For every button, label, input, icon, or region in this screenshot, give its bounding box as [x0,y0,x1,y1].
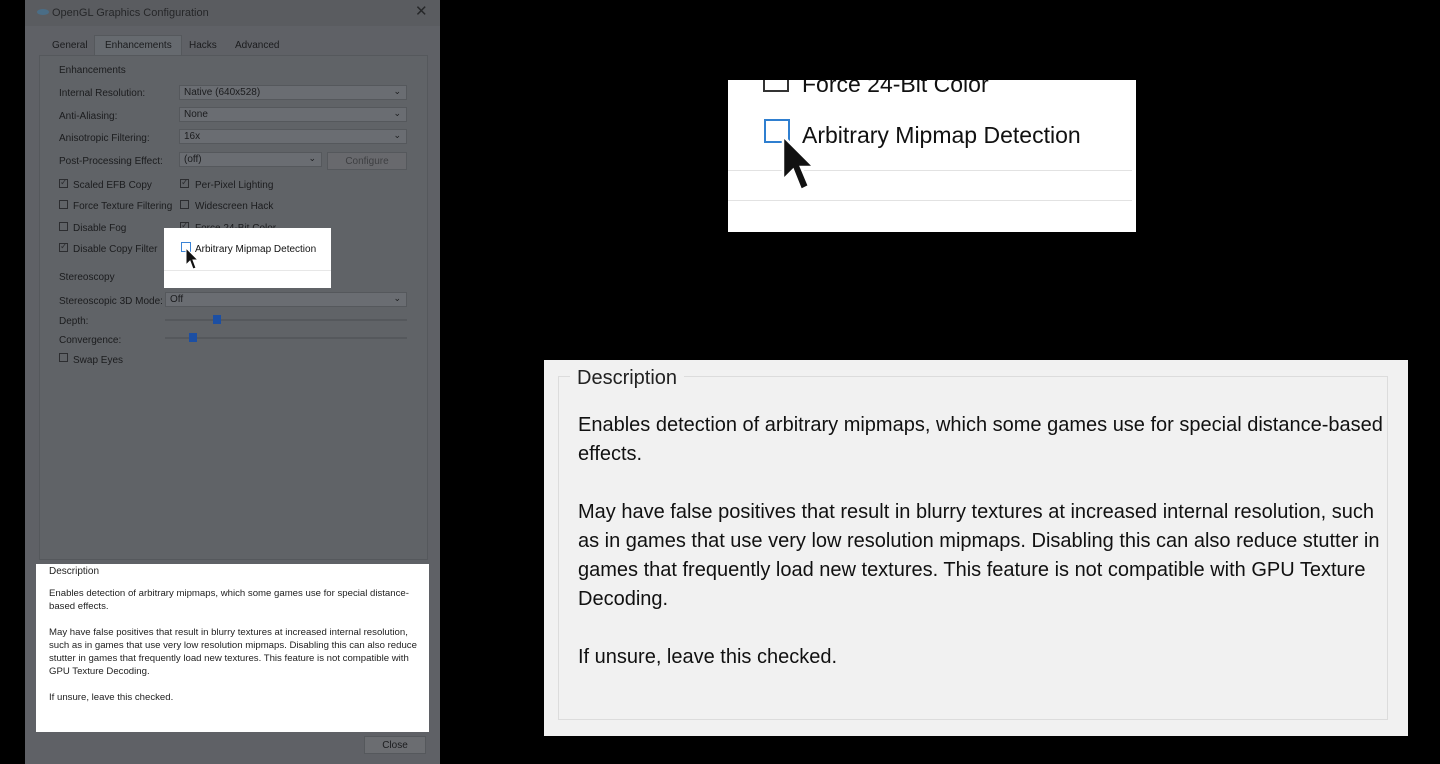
disable-copy-filter-checkbox[interactable] [59,241,68,252]
convergence-label: Convergence: [59,335,122,346]
stereoscopic-mode-value: Off [170,294,184,305]
chevron-down-icon: ⌄ [308,153,316,163]
anti-aliasing-value: None [184,109,208,120]
chevron-down-icon: ⌄ [393,293,401,303]
chevron-down-icon: ⌄ [393,86,401,96]
scaled-efb-label: Scaled EFB Copy [73,180,152,191]
per-pixel-lighting-checkbox[interactable] [180,177,189,188]
close-icon[interactable]: ✕ [415,4,428,20]
anti-aliasing-select[interactable]: None ⌄ [179,107,407,122]
mouse-cursor-icon [185,247,199,270]
window-title: OpenGL Graphics Configuration [52,7,209,19]
depth-label: Depth: [59,316,89,327]
anisotropic-filtering-label: Anisotropic Filtering: [59,133,150,144]
tab-advanced[interactable]: Advanced [235,40,279,51]
description-paragraph-zoom: Enables detection of arbitrary mipmaps, … [578,414,1383,465]
description-paragraph: Enables detection of arbitrary mipmaps, … [49,588,409,612]
post-processing-select[interactable]: (off) ⌄ [179,152,322,167]
arbitrary-mipmap-label: Arbitrary Mipmap Detection [195,244,317,255]
app-icon [37,9,49,15]
post-processing-label: Post-Processing Effect: [59,156,163,167]
zoom-checkbox-callout: Force 24-Bit Color Arbitrary Mipmap Dete… [728,80,1136,232]
anisotropic-filtering-select[interactable]: 16x ⌄ [179,129,407,144]
configure-button[interactable]: Configure [327,152,407,170]
chevron-down-icon: ⌄ [393,108,401,118]
widescreen-hack-label: Widescreen Hack [195,201,274,212]
stereoscopic-mode-select[interactable]: Off ⌄ [165,292,407,307]
swap-eyes-label: Swap Eyes [73,355,124,366]
swap-eyes-checkbox[interactable] [59,353,68,362]
disable-copy-filter-label: Disable Copy Filter [73,244,158,255]
title-bar: OpenGL Graphics Configuration ✕ [25,0,440,26]
description-box: Description Enables detection of arbitra… [36,564,429,732]
description-body-zoom: Enables detection of arbitrary mipmaps, … [578,411,1388,701]
divider [728,200,1132,201]
scaled-efb-checkbox[interactable] [59,177,68,188]
force-texture-filtering-checkbox[interactable] [59,200,68,209]
convergence-slider-thumb[interactable] [189,333,198,342]
mouse-cursor-icon [781,134,818,192]
description-paragraph: May have false positives that result in … [49,627,417,677]
per-pixel-lighting-label: Per-Pixel Lighting [195,180,274,191]
internal-resolution-select[interactable]: Native (640x528) ⌄ [179,85,407,100]
anti-aliasing-label: Anti-Aliasing: [59,111,118,122]
description-body: Enables detection of arbitrary mipmaps, … [49,587,421,717]
tab-hacks[interactable]: Hacks [189,40,217,51]
description-paragraph-zoom: May have false positives that result in … [578,501,1380,610]
tab-general[interactable]: General [52,40,88,51]
post-processing-value: (off) [184,154,202,165]
depth-slider[interactable] [165,319,407,321]
anisotropic-filtering-value: 16x [184,131,201,142]
chevron-down-icon: ⌄ [393,130,401,140]
internal-resolution-label: Internal Resolution: [59,88,146,99]
widescreen-hack-checkbox[interactable] [180,200,189,209]
enhancements-section-label: Enhancements [59,65,126,76]
description-paragraph: If unsure, leave this checked. [49,692,174,703]
zoom-description-callout: Description Enables detection of arbitra… [544,360,1408,736]
force-24bit-color-checkbox-zoom [763,80,789,92]
close-button[interactable]: Close [364,736,426,754]
disable-fog-checkbox[interactable] [59,222,68,231]
description-legend-zoom: Description [570,367,685,390]
disable-fog-label: Disable Fog [73,223,127,234]
graphics-config-dialog: OpenGL Graphics Configuration ✕ General … [25,0,440,764]
stereoscopy-section-label: Stereoscopy [59,272,115,283]
stereoscopic-mode-label: Stereoscopic 3D Mode: [59,296,163,307]
depth-slider-thumb[interactable] [213,315,222,324]
arbitrary-mipmap-label-zoom: Arbitrary Mipmap Detection [802,122,1081,148]
force-24bit-color-label-zoom: Force 24-Bit Color [802,80,989,97]
tab-enhancements[interactable]: Enhancements [105,40,172,51]
convergence-slider[interactable] [165,337,407,339]
force-texture-filtering-label: Force Texture Filtering [73,201,173,212]
description-legend: Description [49,566,100,577]
description-paragraph-zoom: If unsure, leave this checked. [578,646,838,668]
internal-resolution-value: Native (640x528) [184,87,261,98]
